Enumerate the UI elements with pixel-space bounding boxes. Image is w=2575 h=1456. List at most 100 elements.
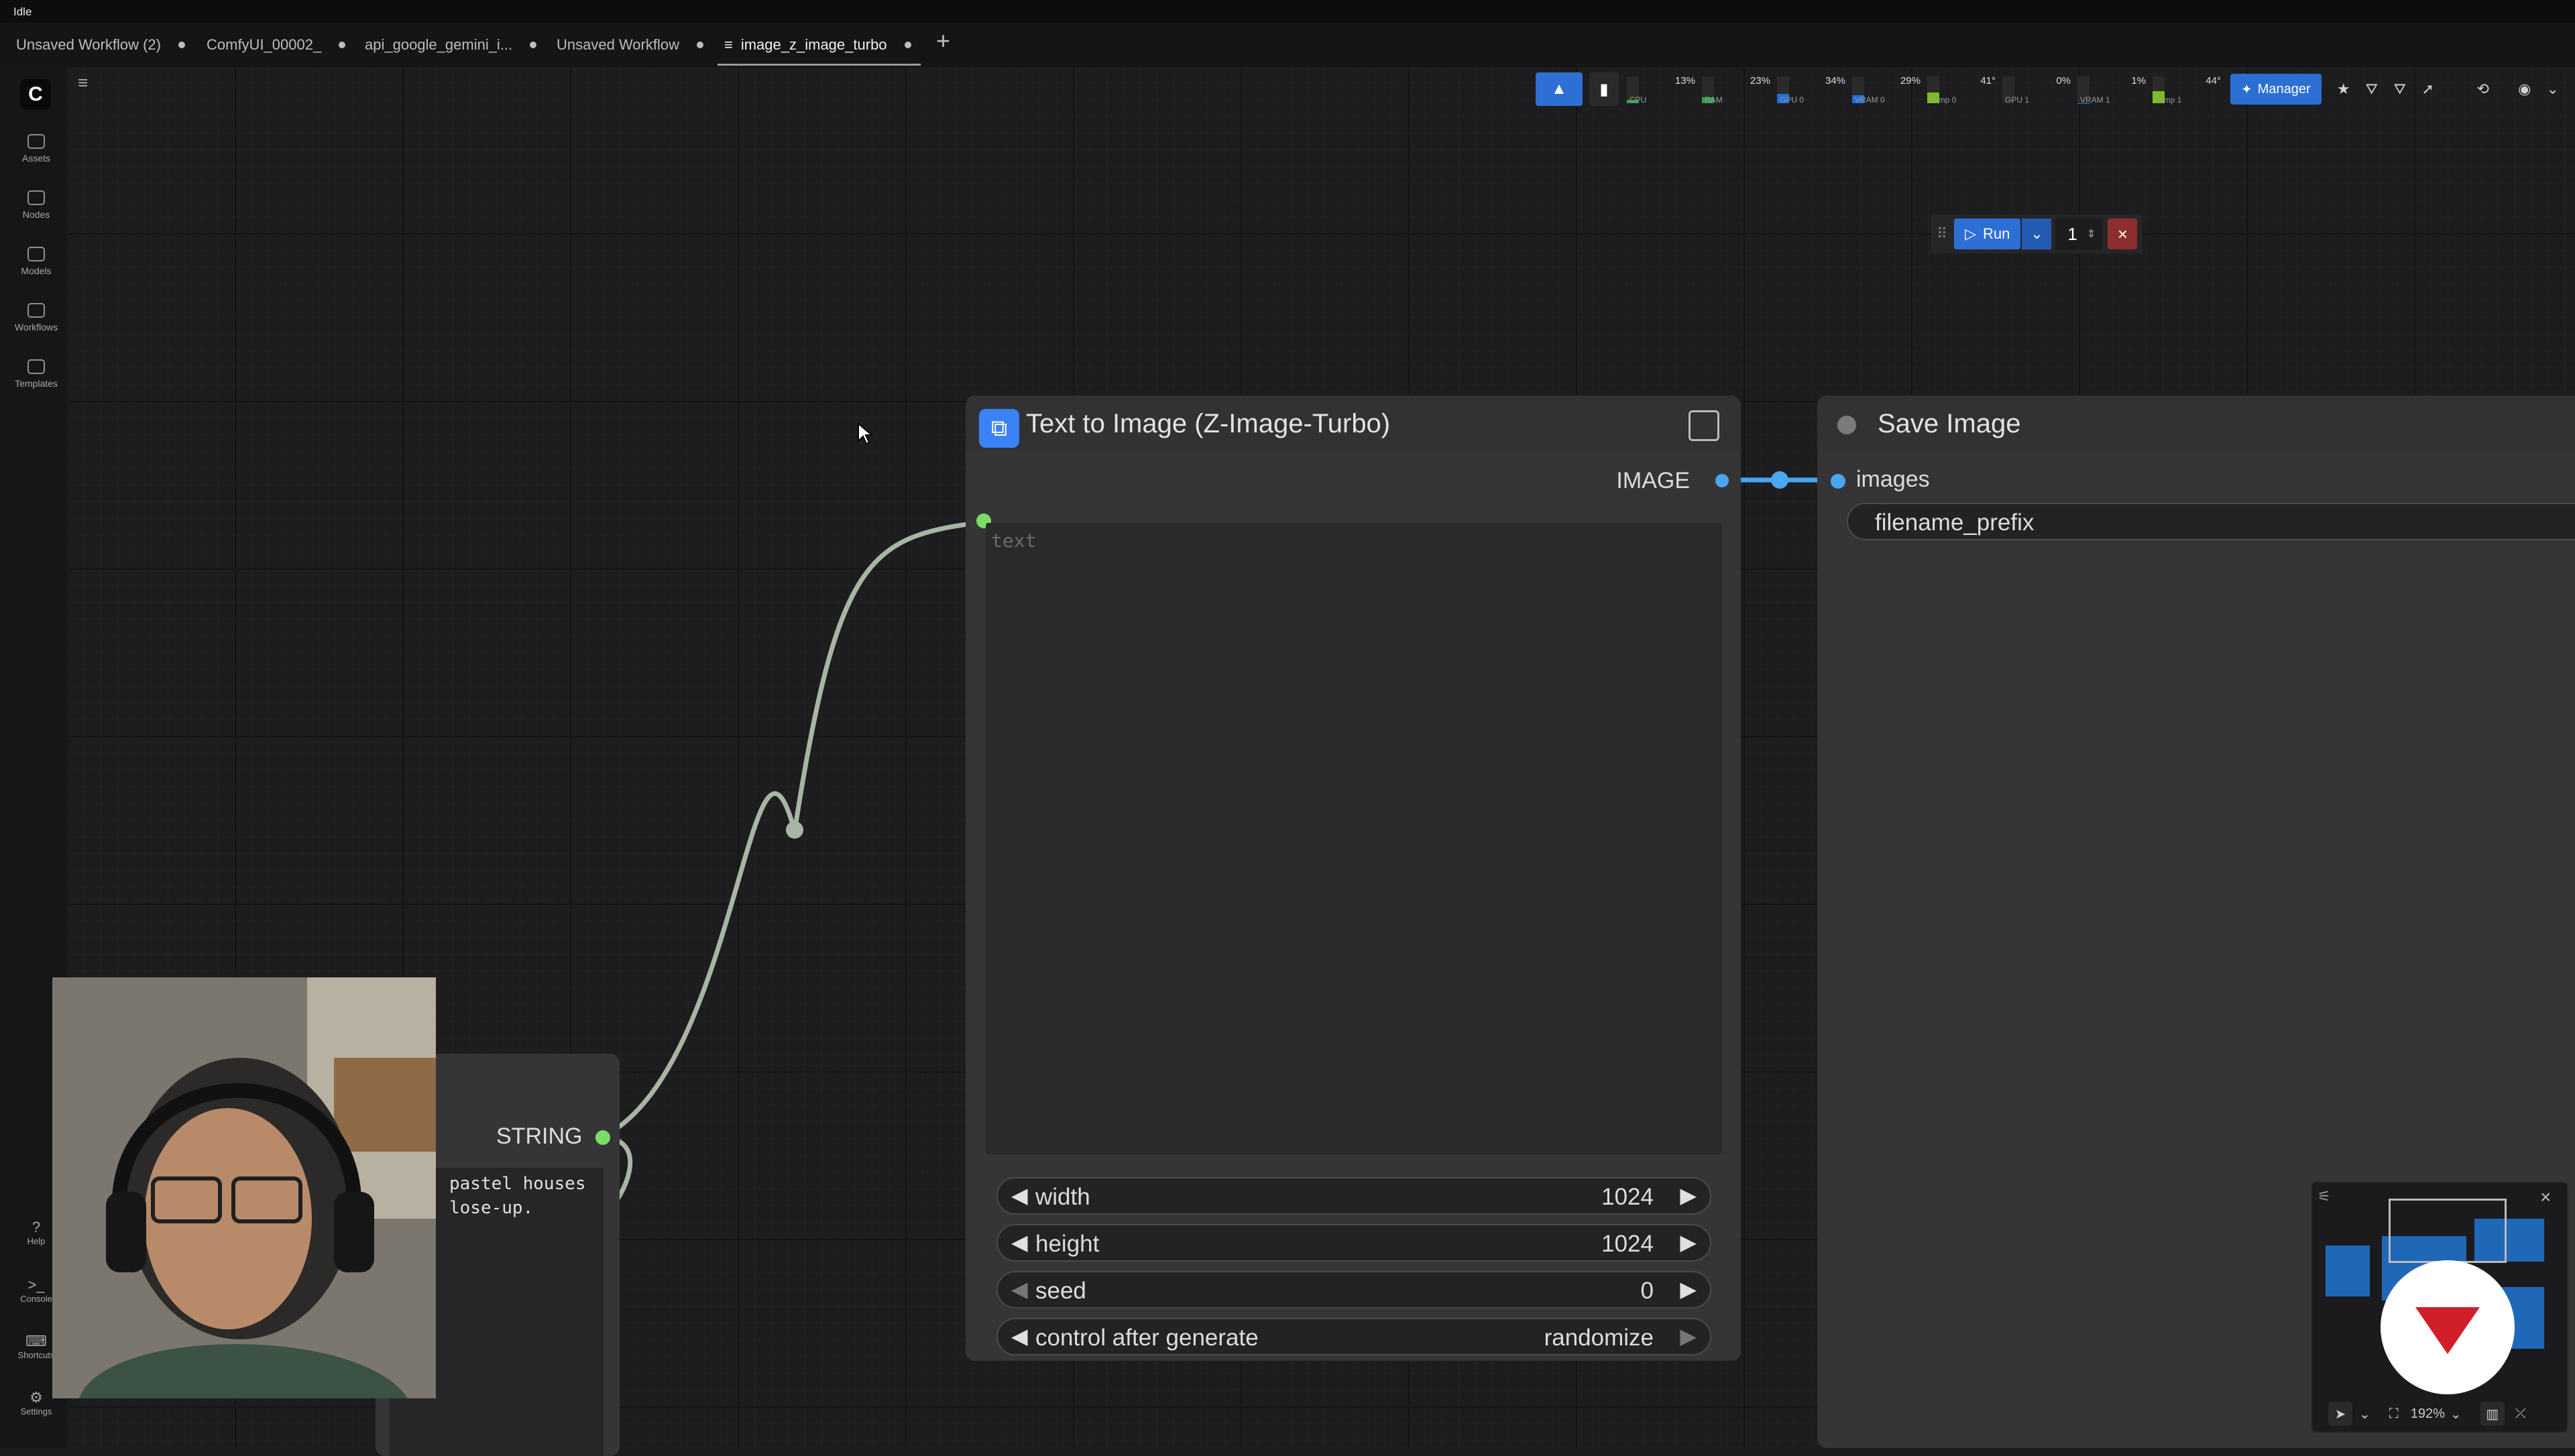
input-label-images: images (1856, 467, 1930, 492)
presenter-video (52, 977, 436, 1398)
batch-count-value: 1 (2067, 223, 2077, 244)
fit-view-icon[interactable]: ⛶ (2389, 1406, 2399, 1422)
sidebar-item-models[interactable]: Models (0, 247, 72, 276)
chevron-down-icon[interactable]: ⌄ (2539, 74, 2567, 105)
run-mode-dropdown[interactable]: ⌄ (2022, 219, 2052, 249)
string-text: pastel houses lose-up. (449, 1174, 586, 1218)
vram1-monitor: 1% VRAM 1 (2076, 72, 2149, 106)
increment-icon[interactable]: ▶ (1680, 1182, 1697, 1208)
reroute-point (1771, 471, 1788, 489)
model-icon[interactable]: ⛛ (2358, 74, 2386, 105)
gpu0-value: 34% (1825, 75, 1845, 86)
vram0-label: VRAM 0 (1855, 95, 1885, 105)
minimap-node (2326, 1246, 2370, 1296)
model-alt-icon[interactable]: ⛛ (2386, 74, 2414, 105)
canvas-controls: ➤ ⌄ ⛶ 192% ⌄ ▥ ⤫ (2311, 1396, 2566, 1432)
sidebar-item-label: Settings (20, 1406, 52, 1416)
select-tool-icon[interactable]: ➤ (2328, 1402, 2352, 1426)
width-widget[interactable]: ◀ width 1024 ▶ (996, 1177, 1711, 1215)
increment-icon[interactable]: ▶ (1680, 1276, 1697, 1302)
text-prompt-input[interactable]: text (986, 523, 1722, 1154)
drag-handle-icon[interactable]: ⠿ (1937, 225, 1947, 243)
templates-icon (27, 359, 45, 374)
user-avatar-icon[interactable]: ◉ (2511, 74, 2539, 105)
decrement-icon[interactable]: ◀ (1011, 1182, 1028, 1208)
control-after-generate-widget[interactable]: ◀ control after generate randomize ▶ (996, 1318, 1711, 1355)
play-icon: ▷ (1965, 225, 1977, 242)
cancel-run-button[interactable]: × (2108, 219, 2138, 249)
chevron-down-icon: ⌄ (2030, 225, 2043, 242)
zoom-level[interactable]: 192% (2411, 1406, 2445, 1422)
hide-links-icon[interactable]: ⤫ (2515, 1406, 2526, 1422)
output-slot-image[interactable] (1715, 474, 1729, 487)
run-toolbar: ⠿ ▷ Run ⌄ 1 ⇕ × (1931, 215, 2143, 253)
widget-name: control after generate (1035, 1325, 1259, 1351)
open-subgraph-icon[interactable] (1689, 410, 1719, 441)
share-icon[interactable]: ➚ (2414, 74, 2442, 105)
close-icon: × (2117, 223, 2128, 244)
cpu-label: CPU (1629, 95, 1647, 105)
widget-name: height (1035, 1231, 1100, 1257)
minimap-settings-icon[interactable]: ⚟ (2318, 1188, 2331, 1205)
ram-monitor: 23% RAM (1701, 72, 1773, 106)
star-icon[interactable]: ★ (2330, 74, 2358, 105)
subgraph-icon: ⧉ (979, 409, 1019, 448)
input-slot-images[interactable] (1831, 474, 1845, 489)
cpu-monitor: 13% CPU (1625, 72, 1698, 106)
temp1-label: Temp 1 (2155, 95, 2182, 105)
widget-value: randomize (1544, 1325, 1654, 1351)
run-label: Run (1983, 225, 2010, 242)
node-title: Text to Image (Z-Image-Turbo) (1026, 409, 1391, 438)
output-label-image: IMAGE (1616, 468, 1690, 493)
minimap-viewport[interactable] (2389, 1199, 2507, 1263)
sidebar-item-label: Models (21, 265, 52, 276)
sidebar-item-workflows[interactable]: Workflows (0, 303, 72, 332)
sidebar-item-templates[interactable]: Templates (0, 359, 72, 389)
next-option-icon[interactable]: ▶ (1680, 1323, 1697, 1349)
manager-button[interactable]: ✦ Manager (2230, 74, 2322, 105)
gpu0-monitor: 34% GPU 0 (1776, 72, 1848, 106)
bookmark-icon[interactable]: ▮ (1589, 72, 1619, 106)
sidebar-item-nodes[interactable]: Nodes (0, 190, 72, 220)
chevron-down-icon[interactable]: ⌄ (2359, 1406, 2370, 1422)
comfy-org-icon[interactable]: ▲ (1536, 72, 1583, 106)
widget-name: seed (1035, 1278, 1086, 1304)
sidebar-item-label: Help (27, 1236, 46, 1246)
vram0-value: 29% (1900, 75, 1921, 86)
decrement-icon[interactable]: ◀ (1011, 1276, 1028, 1302)
hamburger-menu-icon[interactable]: ≡ (78, 72, 88, 93)
filename-prefix-widget[interactable]: filename_prefix (1847, 503, 2575, 540)
chevron-down-icon[interactable]: ⌄ (2450, 1406, 2462, 1422)
close-icon[interactable]: × (2540, 1187, 2551, 1208)
sidebar-item-assets[interactable]: Assets (0, 134, 72, 164)
sidebar-item-label: Nodes (22, 209, 50, 220)
widget-value: 1024 (1601, 1184, 1654, 1210)
temp1-monitor: 44° Temp 1 (2151, 72, 2224, 106)
puzzle-icon: ✦ (2241, 82, 2252, 97)
minimap-toggle-icon[interactable]: ▥ (2480, 1402, 2505, 1426)
batch-count-input[interactable]: 1 ⇕ (2055, 219, 2103, 249)
sidebar-item-label: Assets (21, 153, 50, 164)
increment-icon[interactable]: ▶ (1680, 1229, 1697, 1255)
text-to-image-node[interactable]: ⧉ Text to Image (Z-Image-Turbo) IMAGE te… (966, 396, 1741, 1361)
gpu0-label: GPU 0 (1780, 95, 1805, 105)
temp0-value: 41° (1980, 75, 1996, 86)
seed-widget[interactable]: ◀ seed 0 ▶ (996, 1271, 1711, 1309)
comfy-logo[interactable]: C (20, 79, 51, 110)
output-slot-string[interactable] (595, 1130, 610, 1145)
stepper-icon[interactable]: ⇕ (2087, 227, 2096, 241)
models-icon (27, 247, 45, 261)
gpu1-label: GPU 1 (2005, 95, 2030, 105)
vram1-value: 1% (2131, 75, 2146, 86)
height-widget[interactable]: ◀ height 1024 ▶ (996, 1224, 1711, 1262)
ram-label: RAM (1705, 95, 1723, 105)
sidebar-item-label: Templates (15, 378, 58, 389)
widget-value: 1024 (1601, 1231, 1654, 1257)
ram-value: 23% (1750, 75, 1770, 86)
history-icon[interactable]: ⟲ (2469, 74, 2497, 105)
widget-name: width (1035, 1184, 1090, 1210)
run-button[interactable]: ▷ Run (1954, 219, 2021, 249)
previous-option-icon[interactable]: ◀ (1011, 1323, 1028, 1349)
workflow-icon (27, 303, 45, 318)
decrement-icon[interactable]: ◀ (1011, 1229, 1028, 1255)
